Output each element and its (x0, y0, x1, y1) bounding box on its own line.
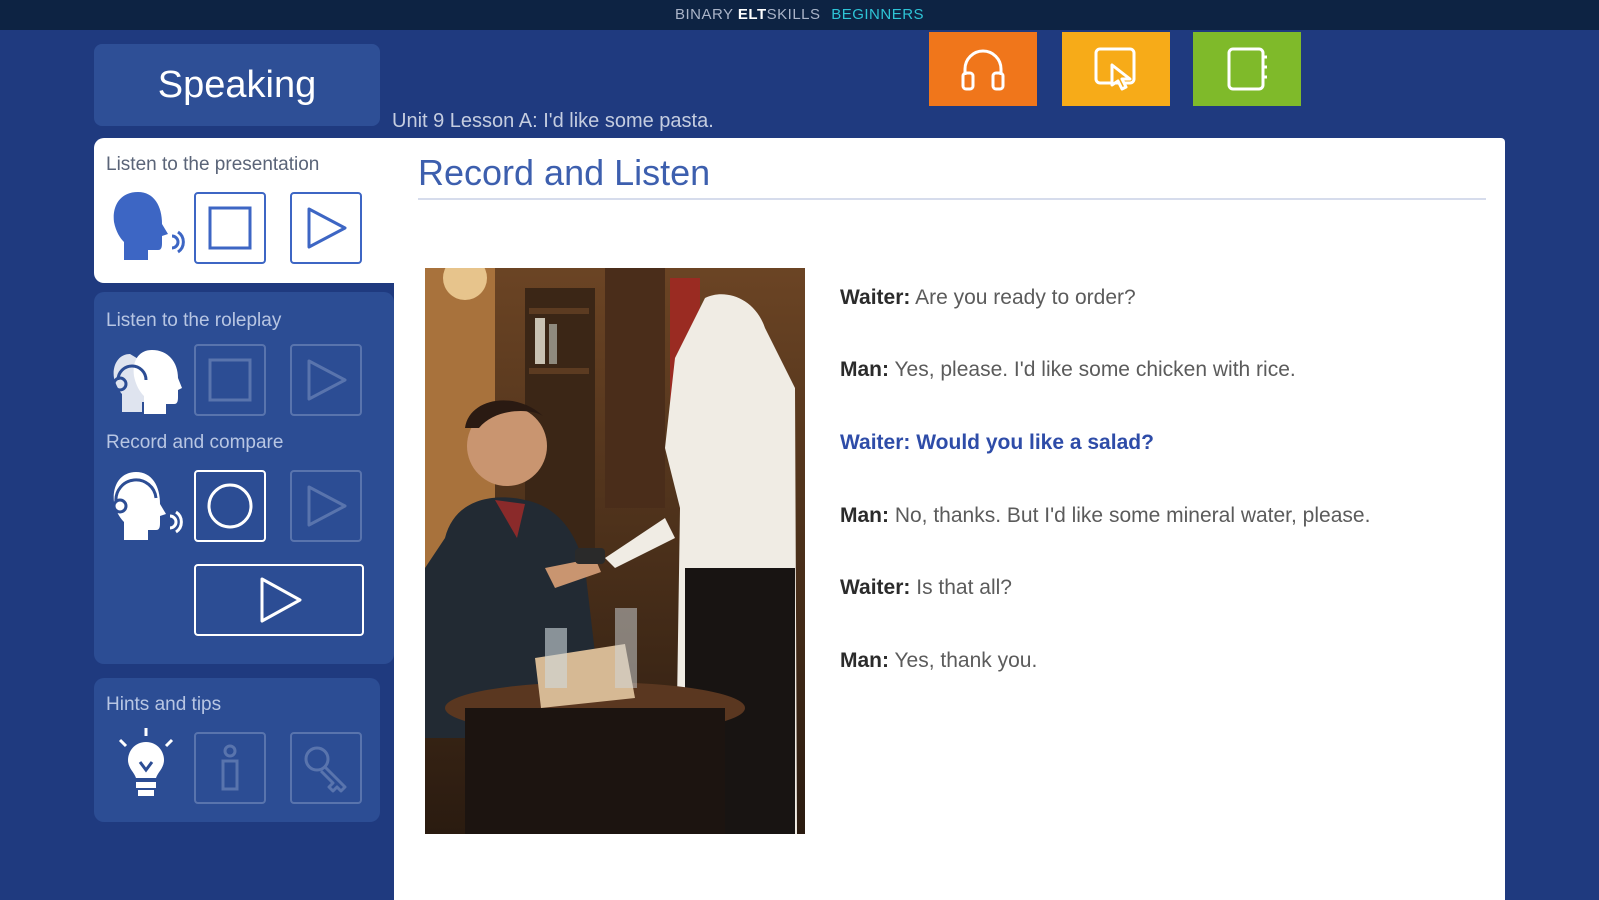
dialog-text: Is that all? (910, 576, 1012, 599)
hints-panel: Hints and tips (94, 678, 380, 822)
key-button[interactable] (290, 732, 362, 804)
title-divider (418, 198, 1486, 200)
brand-skills: SKILLS (766, 6, 821, 23)
presentation-heading: Listen to the presentation (106, 154, 320, 175)
speaker-headset-icon (112, 472, 183, 540)
dialog-text: Yes, thank you. (889, 649, 1038, 672)
content-title: Record and Listen (418, 152, 711, 193)
stop-icon (208, 358, 252, 402)
restaurant-photo (425, 268, 805, 834)
two-heads-headset-icon (112, 350, 182, 414)
dialog-text: No, thanks. But I'd like some mineral wa… (889, 504, 1371, 527)
restaurant-scene-image (425, 268, 805, 834)
notebook-tool-button[interactable] (1193, 32, 1301, 106)
brand-binary: BINARY (674, 6, 734, 23)
touch-icon (1094, 47, 1136, 91)
dialog-line-2: Man: Yes, please. I'd like some chicken … (840, 358, 1296, 382)
main-content: Record and Listen Waiter: Are you ready … (394, 138, 1505, 900)
speaker-head-icon (113, 192, 185, 260)
speaker-name: Waiter: (840, 576, 911, 599)
dialog-line-3-current: Waiter: Would you like a salad? (840, 431, 1154, 455)
record-icon (207, 483, 253, 529)
brand-bar: BINARY ELTSKILLS BEGINNERS (0, 0, 1599, 30)
speaker-name: Man: (840, 649, 889, 672)
key-icon (304, 746, 347, 793)
listen-tool-button[interactable] (929, 32, 1037, 106)
roleplay-play-button[interactable] (290, 344, 362, 416)
notebook-icon (1227, 47, 1267, 91)
info-icon (221, 744, 239, 791)
compare-play-button[interactable] (194, 564, 364, 636)
dialog-line-5: Waiter: Is that all? (840, 576, 1012, 600)
dialog-text: Yes, please. I'd like some chicken with … (889, 358, 1296, 381)
section-title: Speaking (94, 44, 380, 126)
record-button[interactable] (194, 470, 266, 542)
brand-elt: ELT (737, 6, 767, 23)
stop-icon (208, 206, 252, 250)
presentation-play-button[interactable] (290, 192, 362, 264)
info-button[interactable] (194, 732, 266, 804)
play-icon (260, 577, 302, 623)
headphones-icon (961, 49, 1005, 91)
play-icon (307, 485, 347, 527)
roleplay-panel: Listen to the roleplay Record and compar… (94, 292, 394, 664)
presentation-panel: Listen to the presentation (94, 138, 395, 283)
lesson-title: Unit 9 Lesson A: I'd like some pasta. (392, 110, 714, 132)
presentation-stop-button[interactable] (194, 192, 266, 264)
roleplay-heading: Listen to the roleplay (106, 310, 282, 331)
speaker-name: Man: (840, 358, 889, 381)
dialog-line-4: Man: No, thanks. But I'd like some miner… (840, 504, 1370, 528)
speaker-name: Man: (840, 504, 889, 527)
record-heading: Record and compare (106, 432, 284, 453)
touch-tool-button[interactable] (1062, 32, 1170, 106)
hints-heading: Hints and tips (106, 694, 222, 715)
dialog-line-6: Man: Yes, thank you. (840, 649, 1037, 673)
play-icon (307, 359, 347, 401)
play-icon (307, 207, 347, 249)
speaker-name: Waiter: (840, 286, 911, 309)
dialog-text: Would you like a salad? (910, 431, 1154, 454)
recording-play-button[interactable] (290, 470, 362, 542)
brand-level: BEGINNERS (831, 6, 925, 23)
lightbulb-icon[interactable] (114, 726, 178, 806)
speaker-name: Waiter: (840, 431, 911, 454)
roleplay-stop-button[interactable] (194, 344, 266, 416)
dialog-text: Are you ready to order? (910, 286, 1136, 309)
dialog-line-1: Waiter: Are you ready to order? (840, 286, 1136, 310)
